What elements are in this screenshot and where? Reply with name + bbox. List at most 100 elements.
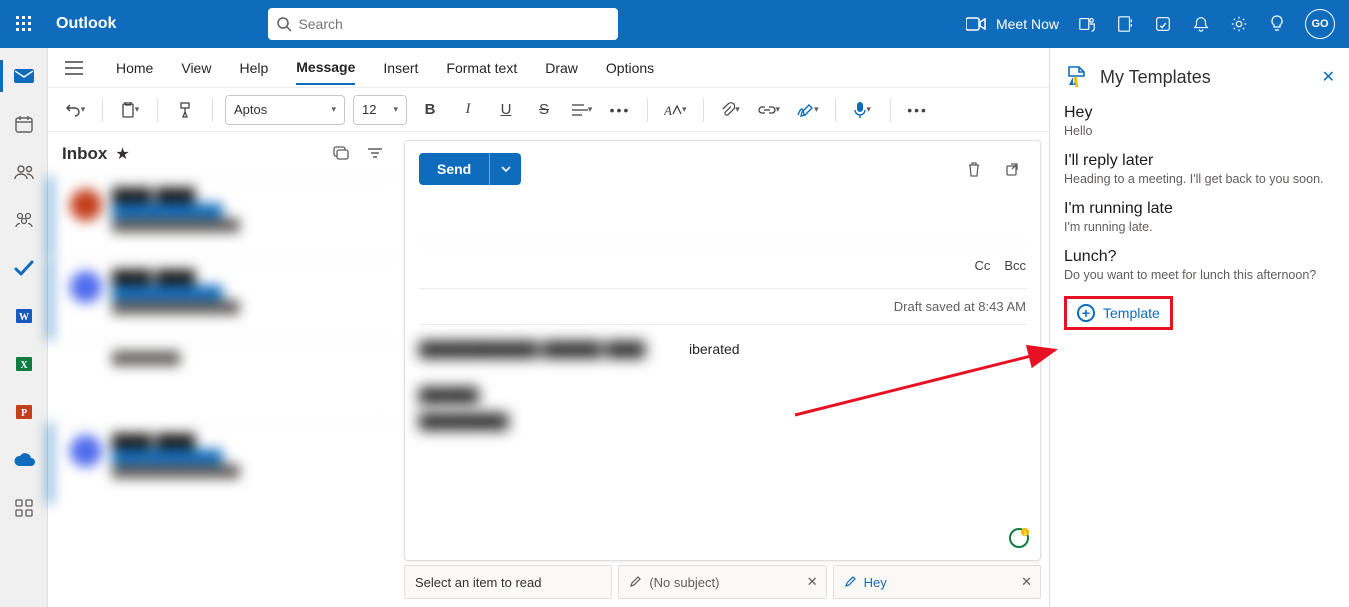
pencil-icon (844, 576, 856, 588)
chevron-down-icon: ▾ (331, 104, 336, 115)
message-list-item[interactable]: ████ ███████████████████████████████ (48, 176, 397, 258)
undo-button[interactable]: ▾ (60, 95, 90, 125)
powerpoint-rail-icon[interactable]: P (12, 400, 36, 424)
chevron-down-icon: ▾ (682, 104, 687, 115)
send-options-button[interactable] (489, 153, 521, 185)
italic-button[interactable]: I (453, 95, 483, 125)
groups-rail-icon[interactable] (12, 208, 36, 232)
compose-pane: Send Cc Bcc Draft saved at 8:43 AM (404, 140, 1041, 561)
chevron-down-icon: ▾ (776, 104, 781, 115)
favorite-star-icon[interactable]: ★ (115, 144, 129, 164)
paragraph-button[interactable]: ▾ (567, 95, 597, 125)
reading-tab-placeholder[interactable]: Select an item to read (404, 565, 612, 599)
svg-text:X: X (20, 360, 28, 371)
tab-options[interactable]: Options (606, 52, 654, 84)
tab-view[interactable]: View (181, 52, 211, 84)
excel-rail-icon[interactable]: X (12, 352, 36, 376)
reading-tab-1[interactable]: (No subject) ✕ (618, 565, 826, 599)
dictate-button[interactable]: ▾ (848, 95, 878, 125)
mail-rail-icon[interactable] (12, 64, 36, 88)
compose-body[interactable]: ████████████ ██████ ████iberated ██████ … (405, 325, 1040, 445)
app-launcher-icon[interactable] (8, 8, 40, 40)
font-size-select[interactable]: 12▾ (353, 95, 407, 125)
strikethrough-button[interactable]: S (529, 95, 559, 125)
meet-now-button[interactable]: Meet Now (966, 16, 1059, 32)
select-mode-icon[interactable] (333, 146, 349, 163)
bold-button[interactable]: B (415, 95, 445, 125)
templates-pane: My Templates ✕ Hey Hello I'll reply late… (1049, 48, 1349, 607)
ribbon: ▾ ▾ Aptos▾ 12▾ B I U S ▾ ••• A▾ ▾ ▾ ▾ ▾ (48, 88, 1049, 132)
reading-tab-2[interactable]: Hey ✕ (833, 565, 1041, 599)
svg-text:P: P (20, 408, 26, 419)
tab-home[interactable]: Home (116, 52, 153, 84)
account-avatar[interactable]: GO (1305, 9, 1335, 39)
discard-button[interactable] (960, 155, 988, 183)
people-rail-icon[interactable] (12, 160, 36, 184)
word-rail-icon[interactable]: W (12, 304, 36, 328)
format-painter-button[interactable] (170, 95, 200, 125)
todo-rail-icon[interactable] (12, 256, 36, 280)
svg-text:W: W (19, 312, 29, 323)
filter-icon[interactable] (367, 146, 383, 162)
popout-button[interactable] (998, 155, 1026, 183)
template-item[interactable]: I'll reply later Heading to a meeting. I… (1064, 152, 1335, 186)
draft-status: Draft saved at 8:43 AM (894, 299, 1026, 314)
tips-icon[interactable] (1267, 14, 1287, 34)
message-list-item[interactable]: ████ ███████████████████████████████ (48, 422, 397, 504)
onedrive-rail-icon[interactable] (12, 448, 36, 472)
tab-help[interactable]: Help (239, 52, 268, 84)
tab-format-text[interactable]: Format text (446, 52, 517, 84)
close-tab-icon[interactable]: ✕ (1021, 574, 1032, 590)
send-button[interactable]: Send (419, 153, 489, 185)
chevron-down-icon: ▾ (814, 104, 819, 115)
editor-badge-icon[interactable]: 1 (1008, 527, 1030, 552)
tab-message[interactable]: Message (296, 51, 355, 85)
attach-button[interactable]: ▾ (716, 95, 746, 125)
brand-label: Outlook (56, 15, 116, 33)
teams-icon[interactable] (1077, 14, 1097, 34)
tab-insert[interactable]: Insert (383, 52, 418, 84)
left-rail: W X P (0, 48, 48, 607)
settings-icon[interactable] (1229, 14, 1249, 34)
tab-draw[interactable]: Draw (545, 52, 578, 84)
styles-button[interactable]: A▾ (660, 95, 691, 125)
bcc-button[interactable]: Bcc (1004, 258, 1026, 273)
add-template-button[interactable]: + Template (1064, 296, 1173, 330)
search-box[interactable] (268, 8, 618, 40)
close-pane-icon[interactable]: ✕ (1322, 67, 1335, 87)
chevron-down-icon (501, 166, 511, 172)
link-button[interactable]: ▾ (754, 95, 785, 125)
nav-toggle-icon[interactable] (60, 61, 88, 75)
ribbon-tabs: Home View Help Message Insert Format tex… (48, 48, 1049, 88)
chevron-down-icon: ▾ (135, 104, 140, 115)
templates-icon (1064, 64, 1090, 90)
cc-button[interactable]: Cc (974, 258, 990, 273)
notifications-icon[interactable] (1191, 14, 1211, 34)
more-apps-rail-icon[interactable] (12, 496, 36, 520)
paste-button[interactable]: ▾ (115, 95, 145, 125)
font-name-select[interactable]: Aptos▾ (225, 95, 345, 125)
templates-title: My Templates (1100, 67, 1211, 88)
search-input[interactable] (298, 16, 610, 32)
calendar-rail-icon[interactable] (12, 112, 36, 136)
template-item[interactable]: Hey Hello (1064, 104, 1335, 138)
message-list-item[interactable]: ████████ (48, 340, 397, 422)
message-list-item[interactable]: ████ ███████████████████████████████ (48, 258, 397, 340)
signature-button[interactable]: ▾ (792, 95, 823, 125)
message-list: Inbox ★ ████ ███████████████████████████… (48, 132, 398, 607)
svg-text:A: A (664, 103, 672, 117)
template-item[interactable]: Lunch? Do you want to meet for lunch thi… (1064, 248, 1335, 282)
chevron-down-icon: ▾ (81, 104, 86, 115)
chevron-down-icon: ▾ (588, 104, 593, 115)
to-field[interactable] (419, 197, 1026, 243)
chevron-down-icon: ▾ (866, 104, 871, 115)
underline-button[interactable]: U (491, 95, 521, 125)
template-item[interactable]: I'm running late I'm running late. (1064, 200, 1335, 234)
video-icon (966, 17, 986, 31)
onenote-feed-icon[interactable] (1115, 14, 1135, 34)
myday-icon[interactable] (1153, 14, 1173, 34)
more-commands-button[interactable]: ••• (903, 95, 933, 125)
more-formatting-button[interactable]: ••• (605, 95, 635, 125)
recipient-row: Cc Bcc (419, 243, 1026, 289)
close-tab-icon[interactable]: ✕ (807, 574, 818, 590)
